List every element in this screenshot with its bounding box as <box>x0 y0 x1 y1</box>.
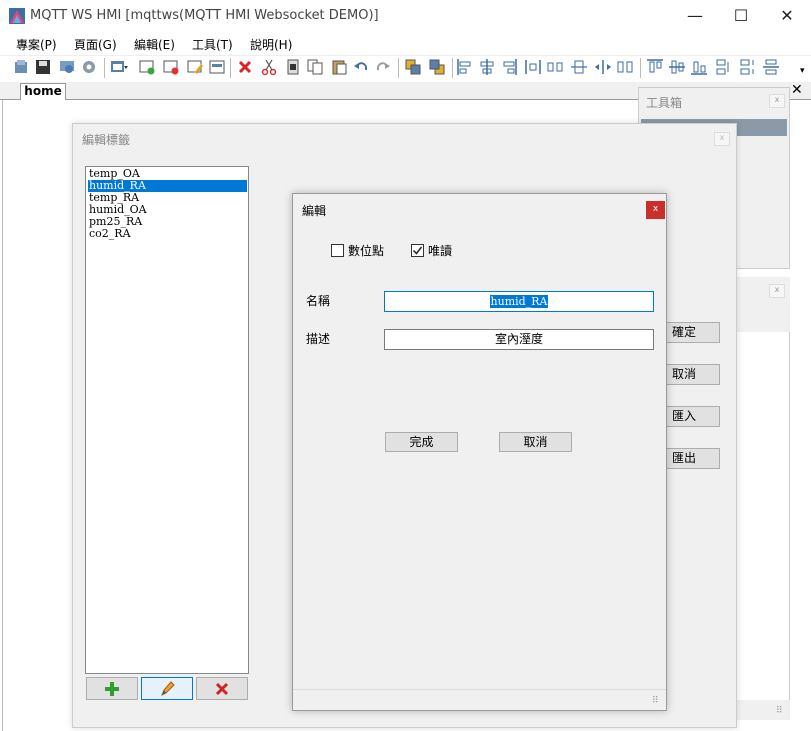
bring-front-icon[interactable] <box>404 58 422 76</box>
cut-icon[interactable] <box>260 58 278 76</box>
import-button[interactable]: 匯入 <box>666 406 720 427</box>
pencil-icon <box>161 680 175 696</box>
align-right-icon[interactable] <box>500 58 518 76</box>
name-label: 名稱 <box>306 294 331 308</box>
distribute-vertical-icon[interactable] <box>714 58 732 76</box>
menu-edit[interactable]: 編輯(E) <box>134 36 175 53</box>
resize-grip-icon[interactable]: ⠿ <box>776 706 783 716</box>
name-input-value: humid_RA <box>489 295 549 308</box>
copy-format-icon[interactable] <box>284 58 302 76</box>
properties-panel <box>734 277 790 720</box>
edit-dialog-status-bar <box>293 689 666 710</box>
toolbar-separator <box>398 58 399 78</box>
center-horizontal-icon[interactable] <box>570 58 588 76</box>
distribute-horizontal-icon[interactable] <box>524 58 542 76</box>
export-button[interactable]: 匯出 <box>666 448 720 469</box>
edit-tags-close-button[interactable]: x <box>714 132 730 146</box>
save-icon[interactable] <box>34 58 52 76</box>
toolbar-overflow-icon[interactable]: ▾ <box>800 66 805 76</box>
paste-icon[interactable] <box>330 58 348 76</box>
edit-cancel-button[interactable]: 取消 <box>499 432 572 452</box>
preview-icon[interactable] <box>58 58 76 76</box>
close-window-button[interactable]: ✕ <box>764 0 810 32</box>
edit-tag-dialog <box>292 193 667 711</box>
checkmark-icon <box>412 246 423 255</box>
delete-icon <box>215 682 229 695</box>
tag-list[interactable] <box>85 166 249 674</box>
space-horizontal-icon[interactable] <box>546 58 564 76</box>
menu-help[interactable]: 說明(H) <box>250 36 292 53</box>
read-only-label: 唯讀 <box>428 244 453 258</box>
maximize-button[interactable]: ☐ <box>718 0 764 32</box>
page-properties-icon[interactable] <box>208 58 226 76</box>
align-center-icon[interactable] <box>478 58 496 76</box>
undo-icon[interactable] <box>352 58 370 76</box>
minimize-button[interactable]: — <box>672 0 718 32</box>
toolbar-separator <box>104 58 105 78</box>
align-top-icon[interactable] <box>646 58 664 76</box>
align-left-icon[interactable] <box>456 58 474 76</box>
new-icon[interactable] <box>12 58 30 76</box>
toolbar-separator <box>640 58 641 78</box>
delete-tag-button[interactable] <box>196 677 248 700</box>
done-button[interactable]: 完成 <box>385 432 458 452</box>
description-label: 描述 <box>306 332 331 346</box>
add-tag-button[interactable] <box>86 677 138 700</box>
menu-page[interactable]: 頁面(G) <box>74 36 117 53</box>
settings-icon[interactable] <box>80 58 98 76</box>
edit-tag-button[interactable] <box>141 677 193 700</box>
properties-close-button[interactable]: x <box>769 284 785 298</box>
add-page-icon[interactable] <box>138 58 156 76</box>
redo-icon[interactable] <box>374 58 392 76</box>
edit-dialog-close-button[interactable]: x <box>646 201 665 219</box>
cancel-button[interactable]: 取消 <box>666 364 720 385</box>
toolbar-separator <box>230 58 231 78</box>
confirm-button[interactable]: 確定 <box>666 322 720 343</box>
tab-close-icon[interactable]: ✕ <box>791 82 803 98</box>
resize-grip-icon[interactable]: ⠿ <box>652 696 659 706</box>
align-bottom-icon[interactable] <box>690 58 708 76</box>
digital-point-checkbox[interactable] <box>331 244 344 257</box>
digital-point-label: 數位點 <box>348 244 385 258</box>
window-title: MQTT WS HMI [mqttws(MQTT HMI Websocket D… <box>30 8 379 23</box>
edit-tags-dialog-title: 編輯標籤 <box>82 133 131 147</box>
menu-bar <box>0 32 811 54</box>
list-item[interactable]: co2_RA <box>88 228 247 240</box>
spread-vertical-icon[interactable] <box>762 58 780 76</box>
menu-project[interactable]: 專案(P) <box>16 36 57 53</box>
delete-icon[interactable] <box>236 58 254 76</box>
menu-tools[interactable]: 工具(T) <box>192 36 233 53</box>
remove-page-icon[interactable] <box>162 58 180 76</box>
read-only-checkbox[interactable] <box>411 244 424 257</box>
toolbox-close-button[interactable]: x <box>769 94 785 108</box>
spread-horizontal-icon[interactable] <box>594 58 612 76</box>
toolbar-separator <box>452 58 453 78</box>
align-middle-icon[interactable] <box>668 58 686 76</box>
plus-icon <box>105 681 119 696</box>
edit-page-icon[interactable] <box>186 58 204 76</box>
edit-dialog-title: 編輯 <box>302 204 327 218</box>
tab-home[interactable]: home <box>20 83 66 100</box>
description-input[interactable]: 室內溼度 <box>384 329 654 350</box>
send-back-icon[interactable] <box>428 58 446 76</box>
name-input[interactable]: humid_RA <box>384 291 654 312</box>
page-dropdown-icon[interactable] <box>110 58 128 76</box>
app-icon <box>8 7 26 25</box>
shrink-horizontal-icon[interactable] <box>616 58 634 76</box>
copy-icon[interactable] <box>306 58 324 76</box>
toolbox-title: 工具箱 <box>646 96 683 110</box>
space-vertical-icon[interactable] <box>738 58 756 76</box>
